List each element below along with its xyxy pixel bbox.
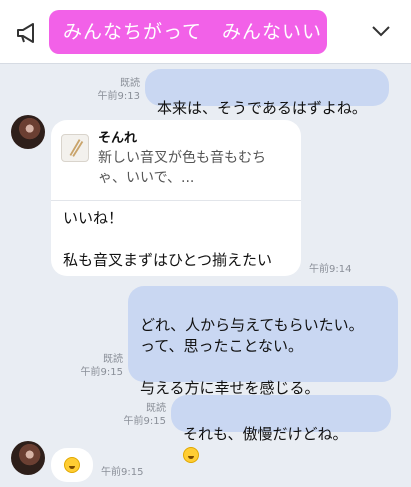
message-text: いいね！ 私も音叉まずはひとつ揃えたい	[63, 209, 272, 269]
message-bubble-incoming[interactable]: そんれ 新しい音叉が色も音もむちゃ、いいで、... いいね！ 私も音叉まずはひと…	[51, 120, 301, 276]
message-bubble-outgoing[interactable]: どれ、人から与えてもらいたい。 って、思ったことない。 与える方に幸せを感じる。	[128, 286, 398, 397]
message-time: 午前9:15	[101, 467, 144, 478]
message-time: 午前9:15	[80, 367, 123, 378]
message-list: 既読 午前9:13 本来は、そうであるはずよね。 そんれ 新しい音叉が色も音もむ…	[0, 63, 411, 487]
quoted-message[interactable]: そんれ 新しい音叉が色も音もむちゃ、いいで、...	[51, 120, 301, 201]
laughing-emoji-icon	[64, 457, 80, 473]
message-meta: 既読 午前9:15	[81, 353, 123, 379]
message-meta: 既読 午前9:15	[124, 402, 166, 428]
megaphone-icon[interactable]	[14, 20, 40, 46]
read-receipt: 既読	[103, 354, 123, 365]
quote-sender: そんれ	[98, 131, 138, 146]
message-time: 午前9:13	[97, 91, 140, 102]
message-time: 午前9:15	[123, 416, 166, 427]
message-bubble-outgoing[interactable]: それも、傲慢だけどね。	[171, 395, 391, 463]
chat-title[interactable]: みんなちがって みんないい	[49, 10, 327, 54]
message-meta: 午前9:15	[101, 466, 143, 479]
message-meta: 午前9:14	[309, 263, 351, 276]
message-bubble-outgoing[interactable]: 本来は、そうであるはずよね。	[145, 69, 389, 117]
message-text: どれ、人から与えてもらいたい。 って、思ったことない。 与える方に幸せを感じる。	[140, 316, 364, 397]
message-time: 午前9:14	[309, 264, 352, 275]
message-meta: 既読 午前9:13	[98, 77, 140, 103]
chat-header: みんなちがって みんないい	[0, 0, 411, 64]
message-text: それも、傲慢だけどね。	[183, 425, 348, 443]
quote-text: 新しい音叉が色も音もむちゃ、いいで、...	[98, 150, 266, 186]
avatar[interactable]	[11, 441, 45, 475]
read-receipt: 既読	[120, 78, 140, 89]
laughing-emoji-icon	[183, 447, 199, 463]
read-receipt: 既読	[146, 403, 166, 414]
message-bubble-incoming[interactable]	[51, 448, 93, 482]
chevron-down-icon[interactable]	[371, 24, 391, 38]
tuning-fork-image	[61, 134, 89, 162]
message-text: 本来は、そうであるはずよね。	[157, 99, 367, 117]
avatar[interactable]	[11, 115, 45, 149]
